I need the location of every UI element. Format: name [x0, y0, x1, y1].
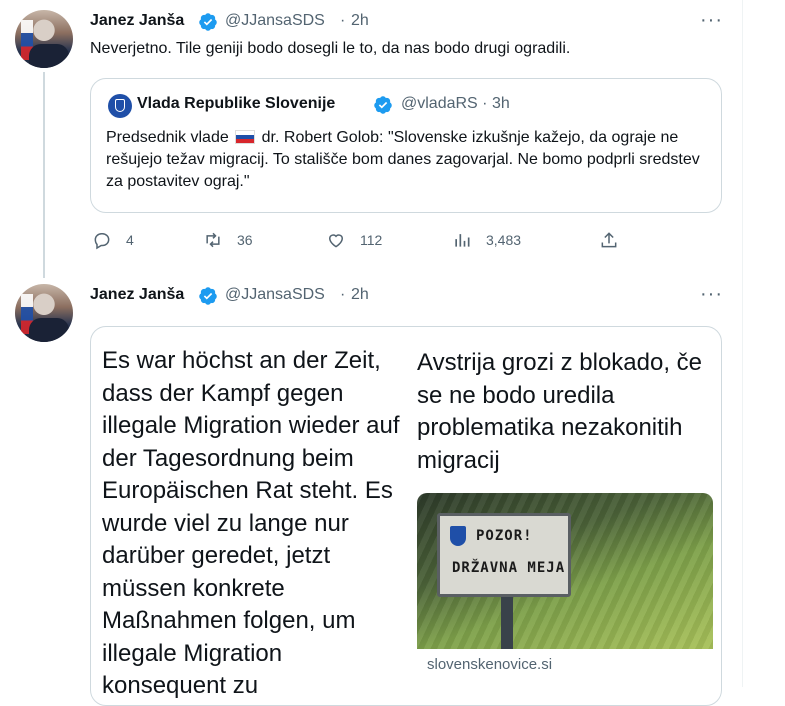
government-logo-icon: [108, 94, 132, 118]
timeline-divider: [742, 0, 743, 687]
meta-separator: ·: [482, 95, 488, 112]
border-sign: POZOR! DRŽAVNA MEJA: [437, 513, 571, 597]
author-name[interactable]: Janez Janša: [90, 286, 184, 304]
repost-icon: [206, 232, 220, 248]
quoted-author-name: Vlada Republike Slovenije: [137, 95, 336, 112]
reply-count: 4: [126, 232, 134, 248]
views-chart-icon: [455, 234, 470, 247]
link-card-headline[interactable]: Avstrija grozi z blokado, če se ne bodo …: [417, 347, 717, 477]
tweet-text: Neverjetno. Tile geniji bodo dosegli le …: [90, 40, 571, 57]
slovenia-flag-icon: [235, 130, 256, 144]
meta-separator: ·: [340, 286, 346, 303]
like-count: 112: [360, 232, 383, 248]
more-options-icon[interactable]: ···: [700, 283, 723, 306]
coat-of-arms-icon: [450, 526, 466, 546]
views-button[interactable]: 3,483: [452, 230, 521, 250]
like-button[interactable]: 112: [326, 230, 382, 250]
thread-connector: [43, 72, 45, 278]
quoted-tweet[interactable]: Vlada Republike Slovenije @vladaRS · 3h …: [90, 78, 722, 213]
border-sign-image[interactable]: POZOR! DRŽAVNA MEJA: [417, 493, 713, 649]
meta-separator: ·: [340, 12, 346, 29]
heart-icon: [328, 234, 344, 248]
sign-border-text: DRŽAVNA MEJA: [452, 560, 566, 576]
more-options-icon[interactable]: ···: [700, 9, 723, 32]
quoted-tweet-text: Predsednik vlade dr. Robert Golob: "Slov…: [106, 127, 711, 193]
repost-count: 36: [237, 232, 253, 248]
reply-icon: [94, 233, 110, 250]
post-time[interactable]: 2h: [351, 12, 369, 30]
reply-button[interactable]: 4: [92, 230, 134, 250]
verified-badge-icon: [374, 96, 392, 114]
view-count: 3,483: [486, 232, 522, 248]
share-icon: [601, 232, 617, 248]
quoted-text-start: Predsednik vlade: [106, 129, 229, 146]
image-quote-text: Es war höchst an der Zeit, dass der Kamp…: [102, 347, 400, 699]
repost-button[interactable]: 36: [203, 230, 253, 250]
verified-badge-icon: [199, 13, 217, 31]
author-handle[interactable]: @JJansaSDS: [225, 286, 325, 304]
avatar[interactable]: [15, 284, 73, 342]
author-handle[interactable]: @JJansaSDS: [225, 12, 325, 30]
author-name[interactable]: Janez Janša: [90, 12, 184, 30]
quoted-author-handle: @vladaRS · 3h: [401, 95, 510, 113]
link-domain[interactable]: slovenskenovice.si: [427, 656, 552, 673]
media-card[interactable]: Es war höchst an der Zeit, dass der Kamp…: [90, 326, 722, 706]
quoted-post-time: 3h: [491, 95, 510, 112]
verified-badge-icon: [199, 287, 217, 305]
sign-pole: [501, 597, 513, 649]
post-time[interactable]: 2h: [351, 286, 369, 304]
avatar[interactable]: [15, 10, 73, 68]
sign-warning-text: POZOR!: [476, 528, 533, 544]
quoted-handle: @vladaRS: [401, 95, 478, 112]
share-button[interactable]: [599, 230, 619, 250]
